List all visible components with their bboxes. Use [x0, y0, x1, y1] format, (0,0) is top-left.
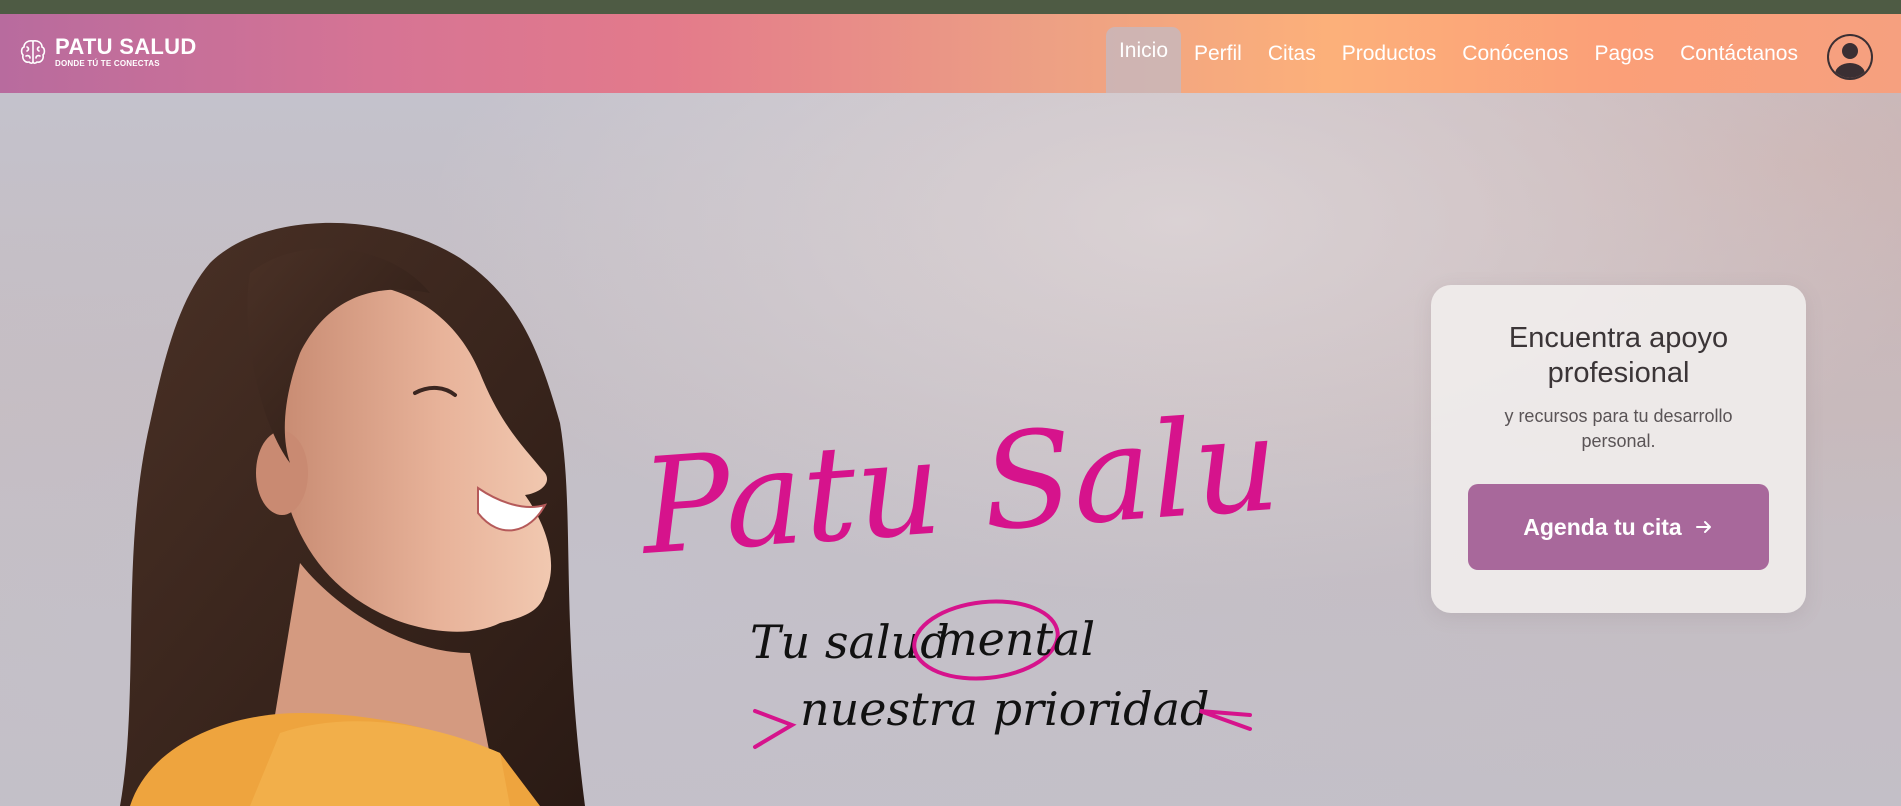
hero-section: Patu Salud Tu salud mental nuestra prior…: [0, 93, 1901, 806]
nav-item-inicio[interactable]: Inicio: [1105, 27, 1181, 93]
top-strip: [0, 0, 1901, 14]
nav-item-citas[interactable]: Citas: [1255, 14, 1329, 93]
cta-card: Encuentra apoyo profesional y recursos p…: [1431, 285, 1806, 613]
nav-item-perfil[interactable]: Perfil: [1181, 14, 1255, 93]
nav-item-contactanos[interactable]: Contáctanos: [1667, 14, 1811, 93]
agenda-cita-label: Agenda tu cita: [1523, 513, 1682, 540]
hero-script-title: Patu Salud: [640, 381, 1280, 585]
brain-logo-icon: [20, 40, 46, 64]
smiling-woman-photo: [120, 222, 585, 806]
hero-slogan-highlight: mental: [934, 612, 1095, 666]
hero-slogan-line2: nuestra prioridad: [800, 682, 1209, 736]
top-navbar: PATU SALUD DONDE TÚ TE CONECTAS Inicio P…: [0, 14, 1901, 93]
nav-item-pagos[interactable]: Pagos: [1582, 14, 1668, 93]
hero-handwritten-title: Patu Salud Tu salud mental nuestra prior…: [640, 381, 1280, 749]
nav-item-conocenos[interactable]: Conócenos: [1449, 14, 1581, 93]
brand-logo[interactable]: PATU SALUD DONDE TÚ TE CONECTAS: [18, 36, 197, 68]
nav-item-productos[interactable]: Productos: [1329, 14, 1450, 93]
brand-tagline: DONDE TÚ TE CONECTAS: [55, 59, 160, 68]
brand-name: PATU SALUD: [55, 34, 197, 59]
cta-subtitle: y recursos para tu desarrollo personal.: [1504, 406, 1733, 451]
user-avatar-icon[interactable]: [1825, 32, 1875, 82]
agenda-cita-button[interactable]: Agenda tu cita: [1468, 484, 1769, 570]
left-chevron-mark: [753, 709, 797, 749]
cta-title: Encuentra apoyo profesional: [1508, 322, 1729, 389]
main-nav: Inicio Perfil Citas Productos Conócenos …: [1105, 14, 1811, 93]
arrow-right-icon: [1695, 521, 1711, 533]
